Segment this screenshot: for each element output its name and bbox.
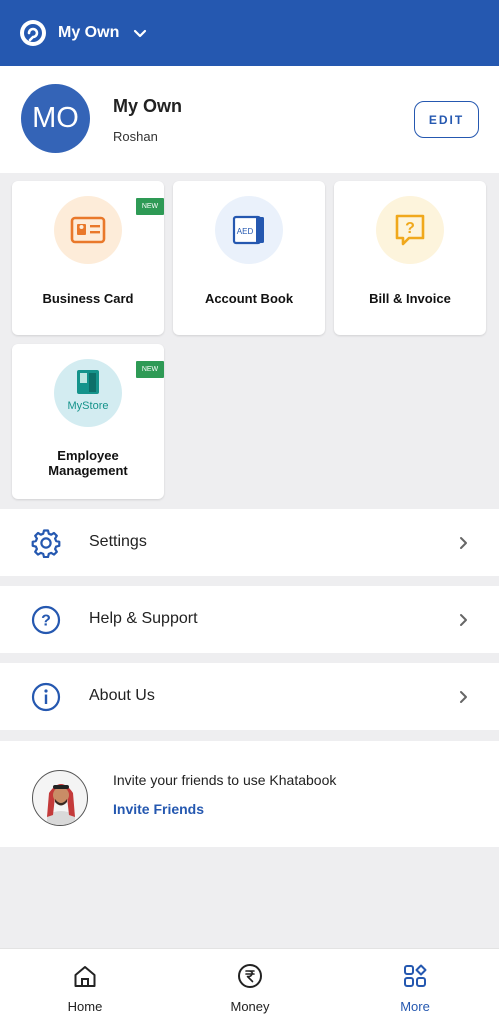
tile-label: Employee Management (48, 448, 128, 478)
menu-item-label: Settings (89, 533, 147, 550)
tile-label: Account Book (204, 291, 294, 306)
bottom-navigation: Home Money More (0, 948, 499, 1029)
tile-employee-management[interactable]: NEW MyStore Employee Management (12, 344, 164, 499)
nav-label: Money (230, 999, 270, 1014)
tile-label: Business Card (42, 291, 134, 306)
menu-item-label: Help & Support (89, 610, 198, 627)
invite-text: Invite your friends to use Khatabook (113, 772, 337, 788)
settings-icon (31, 529, 61, 558)
home-icon (74, 966, 96, 987)
tile-bill-invoice[interactable]: ? Bill & Invoice (334, 181, 486, 335)
tile-account-book[interactable]: AED Account Book (173, 181, 325, 335)
help-icon: ? (31, 605, 61, 635)
chevron-down-icon[interactable] (131, 24, 149, 42)
invite-card: Invite your friends to use Khatabook Inv… (0, 741, 499, 847)
svg-text:?: ? (41, 613, 51, 630)
new-badge: NEW (136, 198, 164, 215)
svg-text:?: ? (405, 220, 415, 237)
rupee-icon (238, 964, 262, 988)
account-book-icon: AED (215, 196, 283, 264)
bill-invoice-icon: ? (376, 196, 444, 264)
new-badge: NEW (136, 361, 164, 378)
mystore-icon-text: MyStore (68, 400, 109, 412)
menu-item-label: About Us (89, 687, 155, 704)
profile-card: MO My Own Roshan EDIT (0, 66, 499, 173)
chevron-right-icon (460, 614, 467, 626)
grid-icon (404, 964, 427, 987)
nav-label: More (400, 999, 430, 1014)
invite-illustration (32, 770, 88, 826)
avatar[interactable]: MO (21, 84, 90, 153)
nav-more[interactable]: More (360, 963, 470, 1014)
account-book-icon-text: AED (237, 227, 254, 236)
tile-label: Bill & Invoice (369, 291, 451, 306)
chevron-right-icon (460, 537, 467, 549)
nav-label: Home (67, 999, 103, 1014)
top-app-bar: My Own (0, 0, 499, 66)
tile-business-card[interactable]: NEW Business Card (12, 181, 164, 335)
menu-item-help-support[interactable]: ? Help & Support (0, 586, 499, 653)
nav-home[interactable]: Home (30, 963, 140, 1014)
profile-name: My Own (113, 96, 183, 116)
mystore-icon: MyStore (54, 359, 122, 427)
chevron-right-icon (460, 691, 467, 703)
profile-subtitle: Roshan (113, 129, 158, 144)
business-card-icon (54, 196, 122, 264)
business-selector-label[interactable]: My Own (58, 24, 119, 42)
menu-item-about-us[interactable]: About Us (0, 663, 499, 730)
khatabook-logo-icon (20, 20, 46, 46)
edit-profile-button[interactable]: EDIT (414, 101, 479, 138)
info-icon (31, 682, 61, 712)
menu-item-settings[interactable]: Settings (0, 509, 499, 576)
invite-friends-link[interactable]: Invite Friends (113, 801, 204, 817)
nav-money[interactable]: Money (195, 963, 305, 1014)
